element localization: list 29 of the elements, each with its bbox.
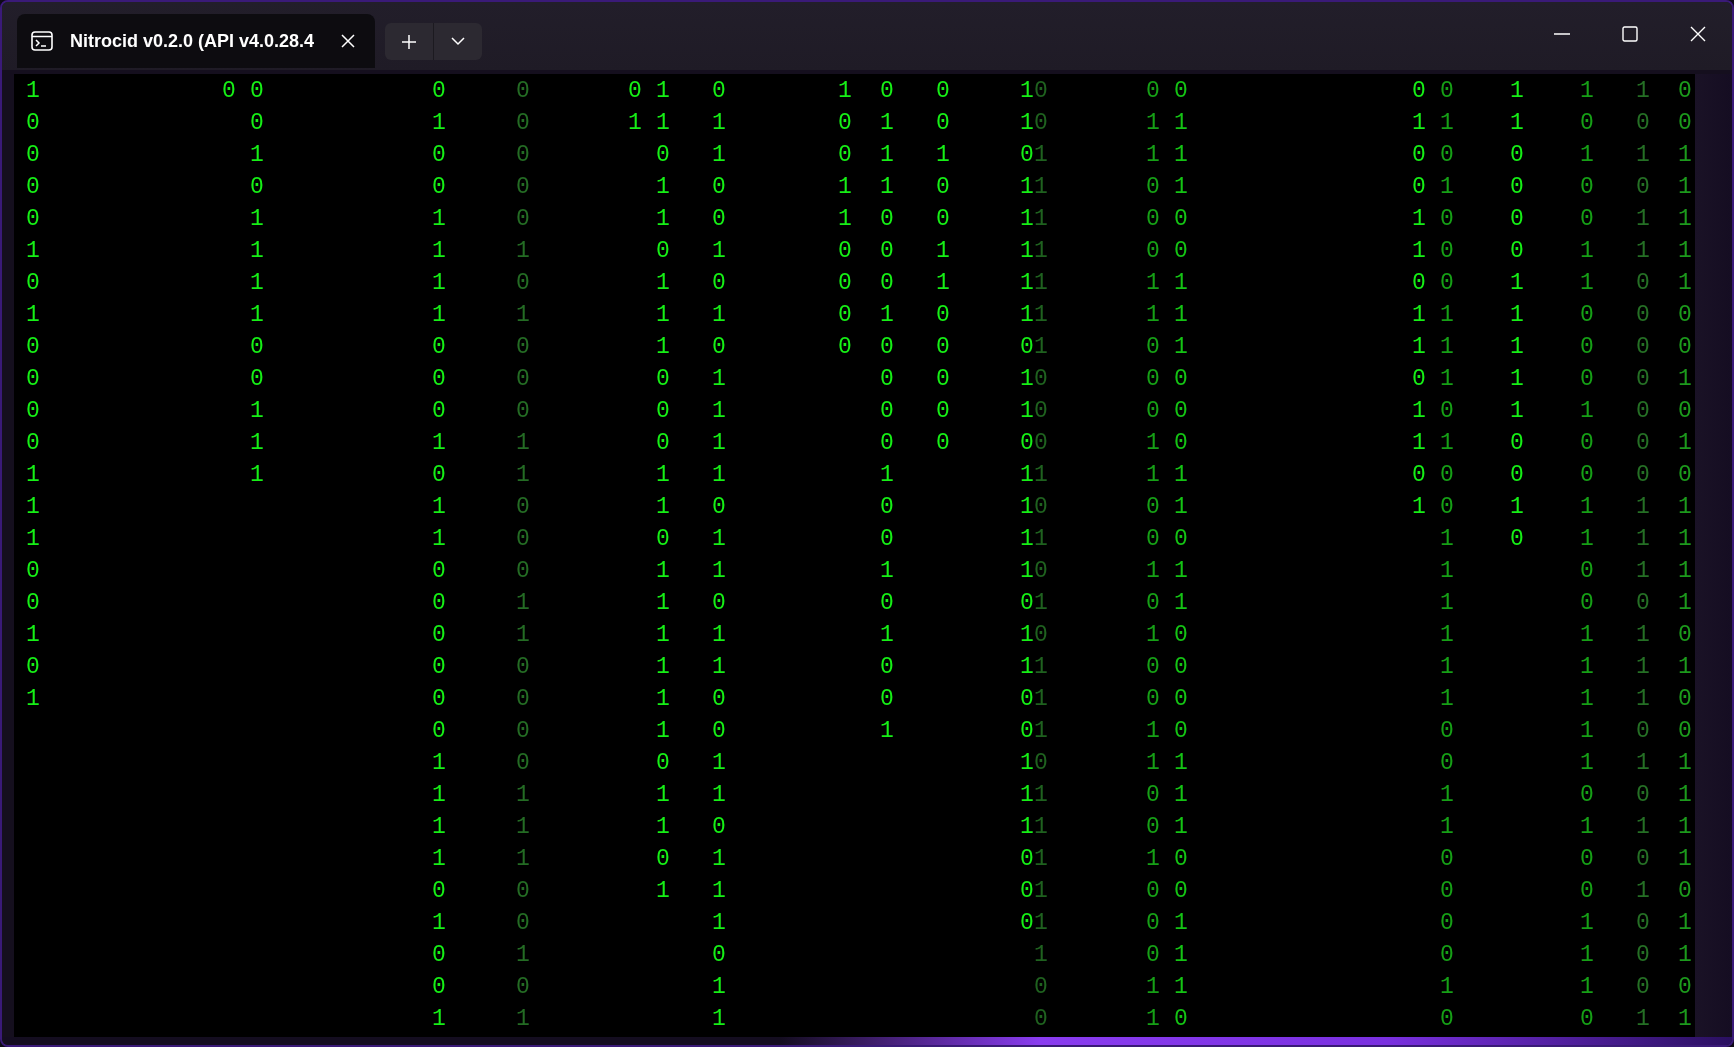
digit-column: 101011000000011101110101010001: [1636, 75, 1650, 1035]
digit-column: 011100010000100101001: [880, 75, 894, 747]
plus-icon: [401, 33, 417, 50]
digit-column: 011001010111101101100110111011: [712, 75, 726, 1035]
digit-column: 110000111110010: [1510, 75, 1524, 555]
maximize-icon: [1622, 26, 1638, 42]
digit-column: 10000101000011100101: [26, 75, 40, 715]
digit-column: 0: [222, 75, 236, 107]
digit-column: 01: [628, 75, 642, 139]
minimize-icon: [1554, 33, 1570, 35]
close-icon: [1690, 26, 1706, 42]
digit-column: 011000110001100101001100100011: [1146, 75, 1160, 1035]
digit-column: 01001101101101: [1412, 75, 1426, 523]
digit-column: 0010111100111: [250, 75, 264, 491]
digit-column: 011100111000110110000111001110: [1174, 75, 1188, 1035]
digit-column: 100110000: [838, 75, 852, 363]
digit-column: 11011011100011011111101101: [656, 75, 670, 907]
digit-column: 001111111000101010111011111100: [1034, 75, 1048, 1035]
digit-column: 001111100101011110100111101101: [1678, 75, 1692, 1035]
digit-column: 101001100010011001111101001110: [1580, 75, 1594, 1035]
chevron-down-icon: [451, 37, 465, 46]
digit-column: 010011110001011000000111101001: [432, 75, 446, 1035]
digit-column: 110111110110111101100111000: [1020, 75, 1034, 939]
digit-column: 000001010001100011000011100101: [516, 75, 530, 1035]
digit-column: 001001100000: [936, 75, 950, 459]
terminal-tab[interactable]: Nitrocid v0.2.0 (API v4.0.28.4: [17, 14, 375, 68]
digit-column: 010100011101001111110011000010: [1440, 75, 1454, 1035]
close-icon[interactable]: [341, 34, 355, 48]
terminal-icon: [31, 31, 53, 51]
